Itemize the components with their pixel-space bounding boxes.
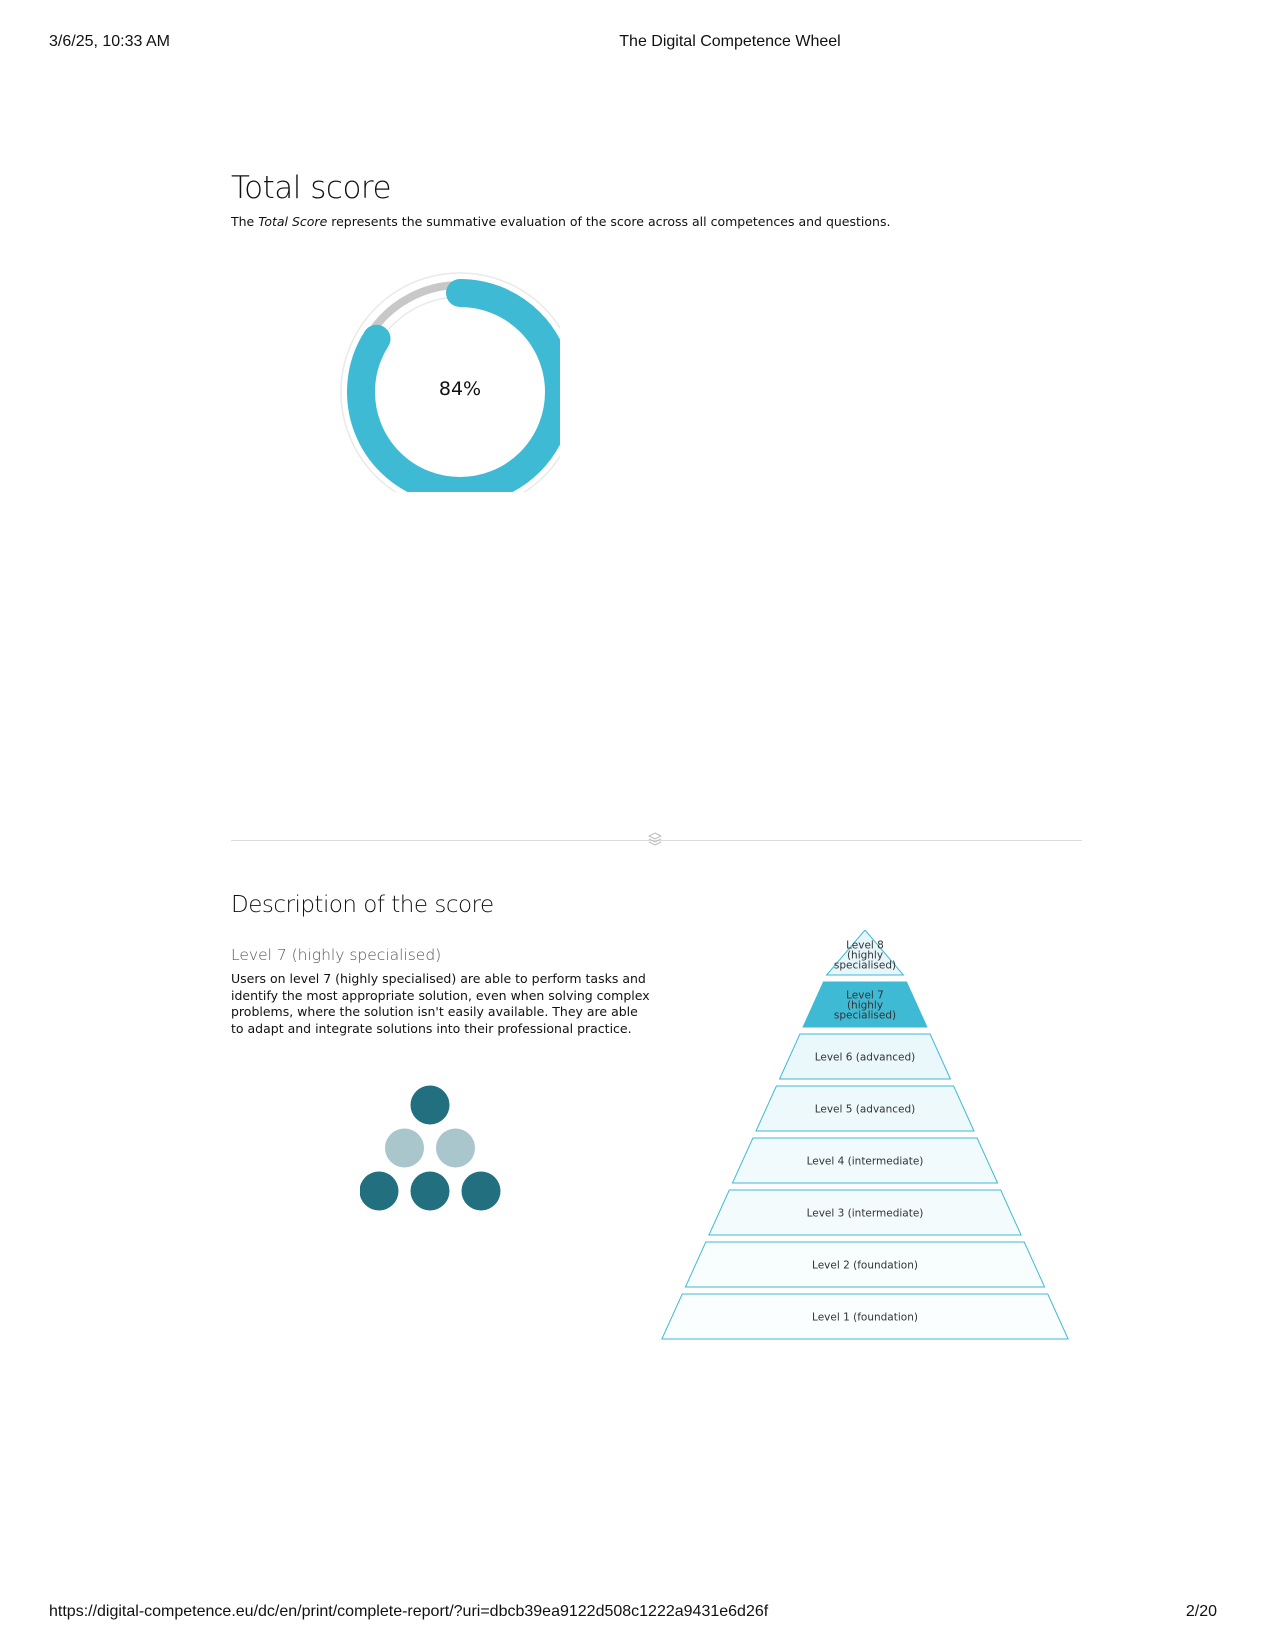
pyramid-level-label: Level 2 (foundation) [812, 1260, 918, 1272]
intro-emphasis: Total Score [258, 214, 328, 229]
pyramid-level: Level 6 (advanced) [778, 1033, 952, 1080]
level-pyramid: Level 8(highlyspecialised) Level 7(highly… [661, 930, 1069, 1340]
level-heading: Level 7 (highly specialised) [231, 946, 442, 964]
print-page-number: 2/20 [1185, 1603, 1217, 1620]
print-url: https://digital-competence.eu/dc/en/prin… [49, 1603, 769, 1620]
description-title: Description of the score [231, 892, 494, 918]
pyramid-level-label: Level 1 (foundation) [812, 1312, 918, 1324]
pyramid-level: Level 7(highlyspecialised) [802, 981, 928, 1028]
pyramid-level-label: Level 6 (advanced) [815, 1052, 916, 1064]
total-score-intro: The Total Score represents the summative… [231, 214, 890, 229]
level-dot [385, 1128, 424, 1168]
level-dot [360, 1171, 399, 1211]
level-dots [360, 1085, 501, 1211]
pyramid-level: Level 5 (advanced) [755, 1085, 975, 1132]
pyramid-level: Level 1 (foundation) [661, 1293, 1069, 1340]
score-ring-chart [340, 272, 560, 492]
pyramid-level-label: specialised) [834, 1010, 896, 1022]
level-dot [410, 1085, 450, 1125]
intro-prefix: The [231, 214, 259, 229]
total-score-title: Total score [231, 170, 392, 206]
pyramid-level: Level 3 (intermediate) [708, 1189, 1022, 1236]
pyramid-level-label: Level 5 (advanced) [815, 1104, 916, 1116]
pyramid-level-label: specialised) [834, 960, 896, 972]
print-page-title: The Digital Competence Wheel [619, 33, 841, 50]
pyramid-level-label: Level 3 (intermediate) [807, 1208, 924, 1220]
layers-icon [648, 832, 662, 846]
score-percentage: 84% [438, 378, 482, 400]
pyramid-level: Level 2 (foundation) [684, 1241, 1046, 1288]
pyramid-level: Level 4 (intermediate) [731, 1137, 999, 1184]
level-dot [410, 1171, 450, 1211]
level-dot [436, 1128, 475, 1168]
pyramid-level-label: Level 4 (intermediate) [807, 1156, 924, 1168]
pyramid-level: Level 8(highlyspecialised) [825, 930, 905, 976]
intro-suffix: represents the summative evaluation of t… [327, 214, 891, 229]
level-description: Users on level 7 (highly specialised) ar… [231, 971, 650, 1036]
level-dot [461, 1171, 501, 1211]
